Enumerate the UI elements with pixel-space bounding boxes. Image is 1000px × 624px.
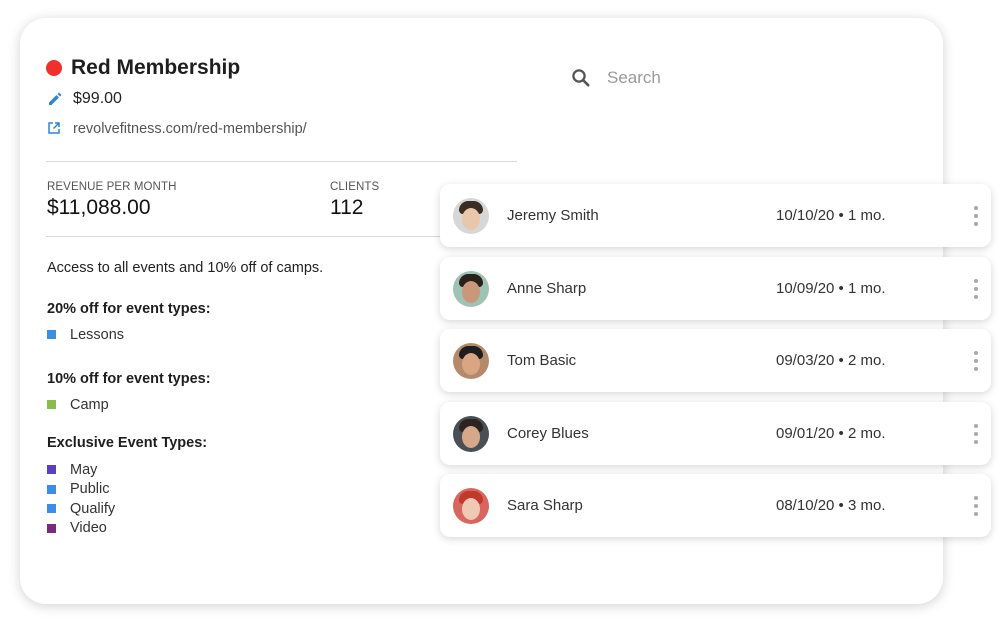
search-bar[interactable] bbox=[571, 68, 857, 88]
client-name: Corey Blues bbox=[507, 425, 589, 442]
event-type-label: Video bbox=[70, 520, 107, 537]
membership-description: Access to all events and 10% off of camp… bbox=[47, 260, 324, 276]
client-name: Anne Sharp bbox=[507, 280, 587, 297]
client-name: Sara Sharp bbox=[507, 497, 583, 514]
more-options-icon[interactable] bbox=[973, 278, 979, 299]
client-row[interactable]: Corey Blues 09/01/20 • 2 mo. bbox=[440, 402, 991, 465]
membership-title: Red Membership bbox=[71, 56, 241, 79]
group-heading: 20% off for event types: bbox=[47, 301, 211, 317]
client-date: 08/10/20 • 3 mo. bbox=[776, 497, 886, 514]
membership-color-dot bbox=[46, 60, 62, 76]
color-swatch bbox=[47, 504, 56, 514]
event-type-item: Public bbox=[47, 480, 207, 500]
search-icon[interactable] bbox=[571, 68, 591, 88]
revenue-label: REVENUE PER MONTH bbox=[47, 181, 177, 193]
membership-price: $99.00 bbox=[73, 90, 122, 107]
avatar bbox=[453, 270, 489, 307]
avatar bbox=[453, 415, 489, 452]
divider bbox=[46, 161, 517, 162]
more-options-icon[interactable] bbox=[973, 495, 979, 516]
color-swatch bbox=[47, 400, 56, 410]
url-row[interactable]: revolvefitness.com/red-membership/ bbox=[47, 121, 307, 137]
client-name: Tom Basic bbox=[507, 352, 577, 369]
color-swatch bbox=[47, 523, 56, 533]
client-date: 09/03/20 • 2 mo. bbox=[776, 352, 886, 369]
event-type-item: Qualify bbox=[47, 499, 207, 519]
event-type-label: Qualify bbox=[70, 500, 116, 517]
event-group-20-off: 20% off for event types: Lessons bbox=[47, 301, 211, 345]
event-type-label: Camp bbox=[70, 396, 109, 413]
client-name: Jeremy Smith bbox=[507, 207, 599, 224]
client-date: 09/01/20 • 2 mo. bbox=[776, 425, 886, 442]
client-row[interactable]: Tom Basic 09/03/20 • 2 mo. bbox=[440, 329, 991, 392]
event-group-10-off: 10% off for event types: Camp bbox=[47, 371, 211, 415]
avatar bbox=[453, 487, 489, 524]
client-row[interactable]: Anne Sharp 10/09/20 • 1 mo. bbox=[440, 257, 991, 320]
membership-title-row: Red Membership bbox=[46, 56, 240, 80]
price-row[interactable]: $99.00 bbox=[47, 90, 122, 108]
client-row[interactable]: Jeremy Smith 10/10/20 • 1 mo. bbox=[440, 184, 991, 247]
color-swatch bbox=[47, 465, 56, 475]
client-row[interactable]: Sara Sharp 08/10/20 • 3 mo. bbox=[440, 474, 991, 537]
event-group-exclusive: Exclusive Event Types: May Public Qualif… bbox=[47, 435, 207, 538]
group-heading: 10% off for event types: bbox=[47, 371, 211, 387]
more-options-icon[interactable] bbox=[973, 423, 979, 444]
divider bbox=[46, 236, 446, 237]
event-type-item: Lessons bbox=[47, 325, 211, 345]
event-type-label: May bbox=[70, 461, 98, 478]
client-date: 10/10/20 • 1 mo. bbox=[776, 207, 886, 224]
search-input[interactable] bbox=[607, 68, 857, 88]
pencil-icon[interactable] bbox=[47, 91, 63, 107]
event-type-item: Camp bbox=[47, 395, 211, 415]
clients-value: 112 bbox=[330, 196, 364, 219]
avatar bbox=[453, 342, 489, 379]
event-type-item: Video bbox=[47, 519, 207, 539]
more-options-icon[interactable] bbox=[973, 350, 979, 371]
client-date: 10/09/20 • 1 mo. bbox=[776, 280, 886, 297]
more-options-icon[interactable] bbox=[973, 205, 979, 226]
revenue-value: $11,088.00 bbox=[47, 196, 151, 219]
membership-url-link[interactable]: revolvefitness.com/red-membership/ bbox=[73, 121, 307, 137]
event-type-label: Lessons bbox=[70, 326, 125, 343]
color-swatch bbox=[47, 330, 56, 340]
group-heading: Exclusive Event Types: bbox=[47, 435, 208, 451]
event-type-label: Public bbox=[70, 481, 110, 498]
color-swatch bbox=[47, 484, 56, 494]
event-type-item: May bbox=[47, 460, 207, 480]
avatar bbox=[453, 197, 489, 234]
clients-label: CLIENTS bbox=[330, 181, 380, 193]
external-link-icon[interactable] bbox=[47, 121, 63, 137]
